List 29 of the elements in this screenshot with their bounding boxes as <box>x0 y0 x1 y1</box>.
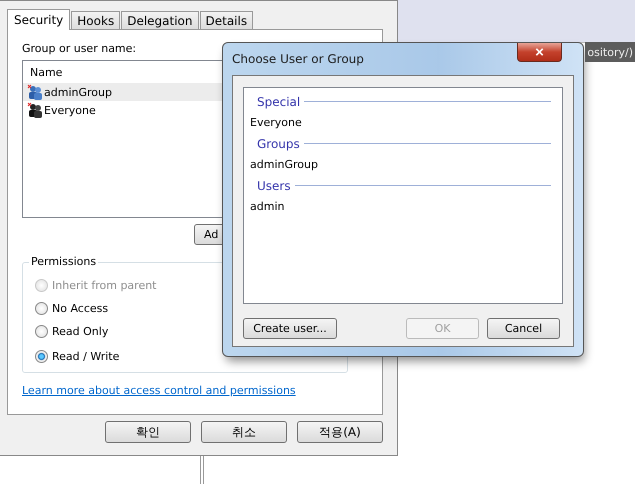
dialog-button[interactable]: Cancel <box>487 318 560 339</box>
list-item-text: Everyone <box>44 104 96 116</box>
close-button[interactable]: × <box>517 43 562 62</box>
group-label: Group or user name: <box>22 42 138 55</box>
list-item[interactable]: Everyone <box>250 112 551 133</box>
help-link[interactable]: Learn more about access control and permissions <box>22 384 296 397</box>
tab[interactable]: Details <box>200 11 254 29</box>
radio-option[interactable]: No Access <box>35 297 347 320</box>
tab[interactable]: Hooks <box>71 11 120 29</box>
dialog-button[interactable]: Create user... <box>243 318 337 339</box>
dialog-button[interactable]: 확인 <box>105 421 191 443</box>
radio-option[interactable]: Read / Write <box>35 345 347 368</box>
window-title: Choose User or Group <box>232 52 364 66</box>
people-icon <box>27 102 43 118</box>
section-heading: Groups <box>256 136 300 150</box>
dialog-button[interactable]: 취소 <box>201 421 287 443</box>
list-item[interactable]: adminGroup <box>250 154 551 175</box>
radio-button[interactable] <box>35 325 48 338</box>
dialog-button[interactable]: 적용(A) <box>297 421 383 443</box>
list-item-text: adminGroup <box>44 86 112 98</box>
user-group-icon <box>27 84 43 100</box>
radio-button[interactable] <box>35 350 48 363</box>
window-title: ository/) <box>587 46 634 58</box>
tab[interactable]: Delegation <box>121 11 198 29</box>
group-title: Permissions <box>29 255 98 268</box>
list-item[interactable]: admin <box>250 196 551 217</box>
tab[interactable]: Security <box>7 9 70 30</box>
section-heading: Users <box>256 178 291 192</box>
radio-button[interactable] <box>35 302 48 315</box>
